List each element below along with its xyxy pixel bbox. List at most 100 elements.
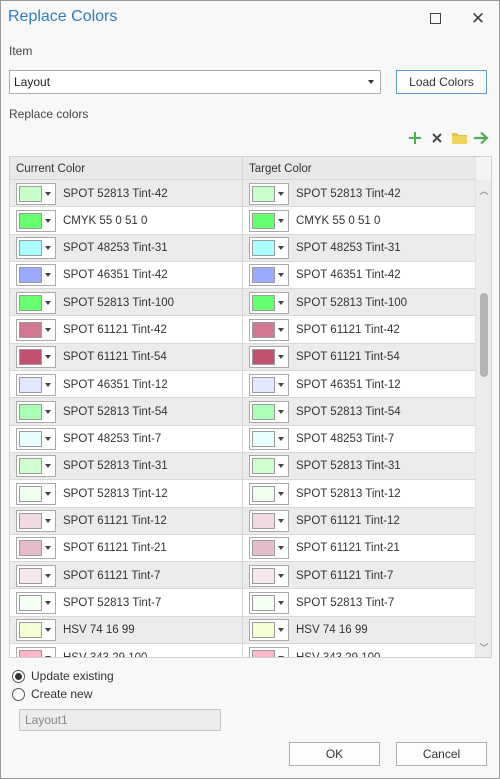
target-color-cell: SPOT 61121 Tint-54 <box>243 344 475 371</box>
table-row[interactable]: SPOT 52813 Tint-12 SPOT 52813 Tint-12 <box>10 480 475 508</box>
target-color-cell: SPOT 46351 Tint-42 <box>243 262 475 289</box>
item-label: Item <box>9 44 33 58</box>
open-folder-icon[interactable] <box>450 129 468 147</box>
table-row[interactable]: SPOT 52813 Tint-31 SPOT 52813 Tint-31 <box>10 452 475 481</box>
target-color-picker[interactable] <box>249 318 289 341</box>
table-row[interactable]: SPOT 52813 Tint-42 SPOT 52813 Tint-42 <box>10 180 475 208</box>
target-color-picker[interactable] <box>249 428 289 451</box>
target-color-picker[interactable] <box>249 182 289 205</box>
create-new-radio[interactable]: Create new <box>12 687 92 701</box>
current-color-cell: SPOT 61121 Tint-21 <box>10 534 243 562</box>
current-color-name: SPOT 52813 Tint-42 <box>63 187 168 200</box>
chevron-down-icon <box>278 300 284 305</box>
table-row[interactable]: HSV 74 16 99 HSV 74 16 99 <box>10 616 475 645</box>
radio-selected-dot <box>15 672 22 680</box>
current-color-cell: HSV 343 29 100 <box>10 644 243 657</box>
current-color-picker[interactable] <box>16 182 56 205</box>
chevron-down-icon <box>278 600 284 605</box>
cancel-button[interactable]: Cancel <box>396 742 487 766</box>
current-color-picker[interactable] <box>16 291 56 314</box>
current-color-picker[interactable] <box>16 237 56 260</box>
table-row[interactable]: CMYK 55 0 51 0 CMYK 55 0 51 0 <box>10 207 475 235</box>
color-swatch <box>252 540 275 557</box>
table-row[interactable]: SPOT 61121 Tint-7 SPOT 61121 Tint-7 <box>10 562 475 590</box>
current-color-picker[interactable] <box>16 591 56 614</box>
item-dropdown[interactable]: Layout <box>9 70 381 94</box>
target-color-picker[interactable] <box>249 264 289 287</box>
table-row[interactable]: HSV 343 29 100 HSV 343 29 100 <box>10 644 475 657</box>
table-row[interactable]: SPOT 61121 Tint-42 SPOT 61121 Tint-42 <box>10 316 475 344</box>
target-color-cell: CMYK 55 0 51 0 <box>243 207 475 234</box>
chevron-down-icon <box>278 437 284 442</box>
target-color-picker[interactable] <box>249 400 289 423</box>
color-swatch <box>252 458 275 475</box>
current-color-picker[interactable] <box>16 373 56 396</box>
update-existing-radio[interactable]: Update existing <box>12 669 114 683</box>
current-color-picker[interactable] <box>16 619 56 642</box>
target-color-picker[interactable] <box>249 482 289 505</box>
table-row[interactable]: SPOT 48253 Tint-7 SPOT 48253 Tint-7 <box>10 425 475 453</box>
current-color-picker[interactable] <box>16 428 56 451</box>
color-swatch <box>19 485 42 502</box>
maximize-button[interactable] <box>423 7 447 29</box>
target-color-picker[interactable] <box>249 291 289 314</box>
current-color-picker[interactable] <box>16 482 56 505</box>
current-color-picker[interactable] <box>16 209 56 232</box>
current-color-picker[interactable] <box>16 564 56 587</box>
current-color-cell: SPOT 52813 Tint-42 <box>10 180 243 207</box>
table-row[interactable]: SPOT 46351 Tint-12 SPOT 46351 Tint-12 <box>10 371 475 399</box>
target-color-picker[interactable] <box>249 619 289 642</box>
table-row[interactable]: SPOT 46351 Tint-42 SPOT 46351 Tint-42 <box>10 261 475 290</box>
chevron-down-icon <box>45 491 51 496</box>
remove-icon[interactable] <box>428 129 446 147</box>
table-row[interactable]: SPOT 61121 Tint-12 SPOT 61121 Tint-12 <box>10 507 475 535</box>
color-swatch <box>19 212 42 229</box>
target-color-cell: SPOT 48253 Tint-7 <box>243 426 475 453</box>
column-header-target-color[interactable]: Target Color <box>243 157 475 180</box>
new-layout-name-input[interactable]: Layout1 <box>19 709 221 731</box>
scroll-up-icon[interactable]: ︿ <box>476 182 491 198</box>
ok-button[interactable]: OK <box>289 742 380 766</box>
chevron-down-icon <box>45 628 51 633</box>
table-row[interactable]: SPOT 52813 Tint-54 SPOT 52813 Tint-54 <box>10 398 475 426</box>
target-color-picker[interactable] <box>249 537 289 560</box>
table-row[interactable]: SPOT 52813 Tint-7 SPOT 52813 Tint-7 <box>10 589 475 617</box>
target-color-picker[interactable] <box>249 564 289 587</box>
add-icon[interactable] <box>406 129 424 147</box>
target-color-picker[interactable] <box>249 237 289 260</box>
table-row[interactable]: SPOT 61121 Tint-54 SPOT 61121 Tint-54 <box>10 343 475 372</box>
apply-arrow-icon[interactable] <box>472 129 490 147</box>
load-colors-button[interactable]: Load Colors <box>396 70 487 94</box>
color-swatch <box>19 431 42 448</box>
close-button[interactable]: ✕ <box>466 7 490 29</box>
chevron-down-icon <box>278 409 284 414</box>
current-color-picker[interactable] <box>16 264 56 287</box>
target-color-name: SPOT 52813 Tint-42 <box>296 187 401 200</box>
scroll-down-icon[interactable]: ﹀ <box>476 639 491 655</box>
current-color-picker[interactable] <box>16 318 56 341</box>
target-color-picker[interactable] <box>249 209 289 232</box>
target-color-picker[interactable] <box>249 373 289 396</box>
target-color-picker[interactable] <box>249 510 289 533</box>
color-swatch <box>252 622 275 639</box>
current-color-picker[interactable] <box>16 455 56 478</box>
vertical-scrollbar[interactable]: ︿ ﹀ <box>475 157 491 657</box>
target-color-picker[interactable] <box>249 455 289 478</box>
current-color-picker[interactable] <box>16 537 56 560</box>
chevron-down-icon <box>45 409 51 414</box>
table-row[interactable]: SPOT 61121 Tint-21 SPOT 61121 Tint-21 <box>10 534 475 563</box>
table-row[interactable]: SPOT 52813 Tint-100 SPOT 52813 Tint-100 <box>10 289 475 317</box>
target-color-picker[interactable] <box>249 646 289 657</box>
column-header-current-color[interactable]: Current Color <box>10 157 243 180</box>
current-color-picker[interactable] <box>16 346 56 369</box>
scrollbar-thumb[interactable] <box>480 293 488 377</box>
current-color-picker[interactable] <box>16 510 56 533</box>
target-color-picker[interactable] <box>249 591 289 614</box>
target-color-picker[interactable] <box>249 346 289 369</box>
target-color-cell: SPOT 52813 Tint-12 <box>243 480 475 507</box>
current-color-picker[interactable] <box>16 400 56 423</box>
table-row[interactable]: SPOT 48253 Tint-31 SPOT 48253 Tint-31 <box>10 234 475 262</box>
target-color-name: SPOT 61121 Tint-7 <box>296 569 394 582</box>
current-color-picker[interactable] <box>16 646 56 657</box>
target-color-name: SPOT 61121 Tint-42 <box>296 323 400 336</box>
